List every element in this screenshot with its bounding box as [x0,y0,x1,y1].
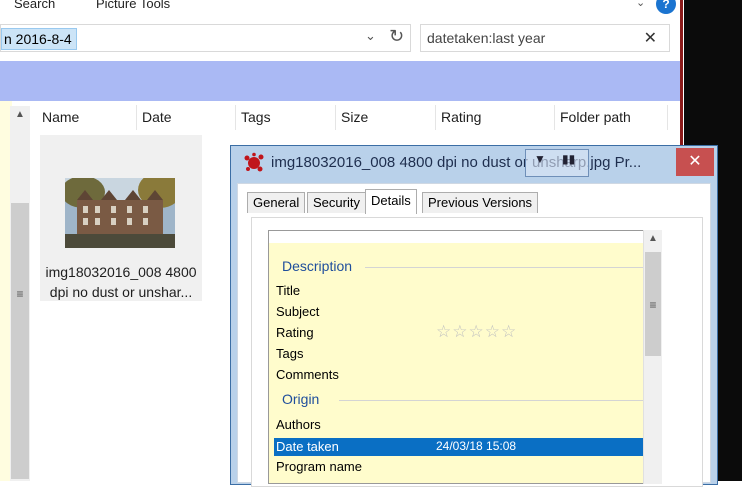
ribbon-tab-strip: Search Picture Tools ⌄ ? [0,0,680,16]
column-header-rating[interactable]: Rating [436,105,555,130]
column-header-folder-path[interactable]: Folder path [555,105,668,130]
tab-details[interactable]: Details [365,189,417,214]
prop-date-taken-value: 24/03/18 15:08 [436,439,517,453]
prop-title-label[interactable]: Title [276,283,300,298]
navigation-scroll-thumb[interactable] [11,203,29,479]
properties-dialog: img18032016_008 4800 dpi no dust or unsh… [230,145,718,487]
property-list-header [269,231,660,243]
column-header-tags[interactable]: Tags [236,105,336,130]
scroll-up-arrow-icon[interactable]: ▲ [644,230,662,248]
prop-row-date-taken[interactable]: Date taken 24/03/18 15:08 [274,438,647,456]
refresh-icon[interactable]: ↻ [389,26,404,47]
chevron-down-icon[interactable]: ⌄ [365,28,376,44]
tab-general[interactable]: General [247,192,306,213]
search-box[interactable]: datetaken:last year ✕ [420,24,670,52]
file-item-label[interactable]: img18032016_008 4800 dpi no dust or unsh… [40,262,202,302]
clear-search-icon[interactable]: ✕ [644,28,657,48]
photo-thumbnail[interactable] [65,178,175,248]
help-icon[interactable]: ? [656,0,676,14]
section-divider [339,400,655,401]
address-path[interactable]: n 2016-8-4 [1,28,77,50]
tab-previous-versions[interactable]: Previous Versions [422,192,539,213]
prop-date-taken-label: Date taken [276,439,339,454]
scroll-grip-icon: ≡ [649,298,657,312]
prop-subject-label[interactable]: Subject [276,304,319,319]
drag-overlay-icons: ▼ ▮▮ [525,149,589,177]
section-title-origin: Origin [282,391,320,407]
column-header-size[interactable]: Size [336,105,436,130]
rating-stars[interactable]: ☆☆☆☆☆ [436,322,517,342]
column-headers: Name Date Tags Size Rating Folder path [37,105,680,130]
prop-rating-label[interactable]: Rating [276,325,314,340]
section-title-description: Description [282,258,353,274]
property-list: Description Title Subject Rating ☆☆☆☆☆ T… [268,230,661,484]
ribbon-expand-chevron-icon[interactable]: ⌄ [636,0,645,9]
search-tools-band [0,61,680,101]
paint-splash-icon [244,152,264,172]
column-header-date[interactable]: Date [137,105,236,130]
prop-comments-label[interactable]: Comments [276,367,339,382]
dropdown-arrow-icon: ▼ [534,152,546,166]
tab-search[interactable]: Search [14,0,55,11]
column-header-name[interactable]: Name [37,105,137,130]
tab-picture-tools[interactable]: Picture Tools [96,0,170,11]
tab-security[interactable]: Security [307,192,366,213]
prop-authors-label[interactable]: Authors [276,417,321,432]
close-button[interactable]: ✕ [676,148,714,176]
section-divider [365,267,655,268]
window-edge-accent [680,0,683,150]
dialog-body: General Security Details Previous Versio… [237,183,711,487]
property-list-scrollbar[interactable]: ▲ ≡ [643,230,662,484]
scroll-up-arrow-icon[interactable]: ▲ [10,106,30,124]
prop-tags-label[interactable]: Tags [276,346,303,361]
pin-icon: ▮▮ [562,152,576,166]
address-bar[interactable]: n 2016-8-4 ⌄ ↻ [0,24,411,52]
search-input[interactable]: datetaken:last year [427,30,545,46]
prop-program-name-label[interactable]: Program name [276,459,362,474]
dialog-title-bar[interactable]: img18032016_008 4800 dpi no dust or unsh… [231,146,717,182]
scroll-grip-icon: ≡ [16,287,24,301]
